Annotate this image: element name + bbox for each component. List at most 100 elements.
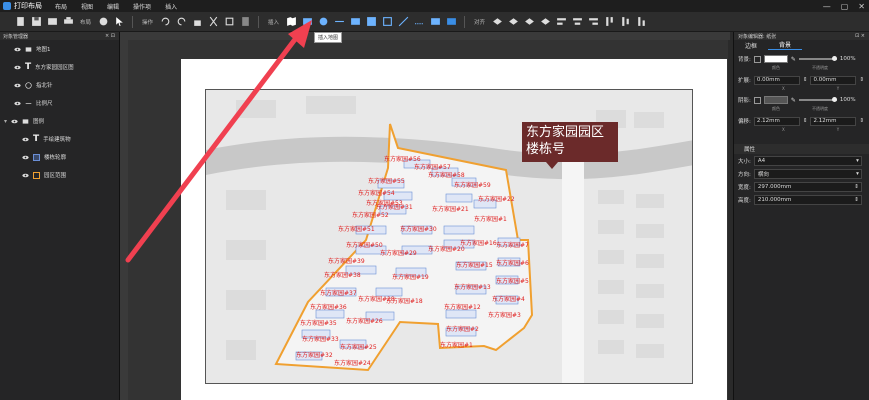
eyedropper-icon[interactable]: ✎ [791, 97, 796, 104]
building-label: 东方家园#51 [338, 226, 375, 233]
app-title-text: 打印布局 [14, 2, 42, 10]
stepper-icon[interactable]: ⇕ [854, 184, 859, 190]
axis-x-note: X [782, 127, 785, 132]
eyedropper-icon[interactable]: ✎ [791, 56, 796, 63]
width-input[interactable]: 297.000mm ⇕ [753, 181, 862, 192]
stepper-icon[interactable]: ⇕ [859, 118, 864, 124]
tab-background[interactable]: 背景 [768, 40, 802, 50]
insert-map-button[interactable] [285, 16, 297, 28]
background-checkbox[interactable] [753, 55, 761, 63]
cut-button[interactable] [207, 16, 219, 28]
layout-canvas[interactable]: 东方家园园区 楼栋号 东方家园#56 东方家园#57 东方家园#58 东方家园#… [128, 40, 730, 400]
maximize-button[interactable]: ▢ [841, 2, 849, 11]
save-button[interactable] [30, 16, 42, 28]
eye-icon[interactable] [14, 47, 21, 52]
offset-y-input[interactable]: 2.12mm [810, 116, 857, 126]
lock-button[interactable] [191, 16, 203, 28]
slider-knob[interactable] [831, 56, 837, 61]
align-right-button[interactable] [587, 16, 599, 28]
panel-close-button[interactable]: ⊡ × [855, 33, 865, 39]
menu-view[interactable]: 视图 [74, 2, 100, 11]
slider-knob[interactable] [831, 97, 837, 102]
tab-border[interactable]: 边框 [734, 40, 768, 50]
offset-x-input[interactable]: 2.12mm [753, 116, 800, 126]
layer-item-legend-group[interactable]: ▾ 图例 [0, 112, 119, 130]
building-label: 东方家园#35 [300, 320, 337, 327]
axis-x-note: X [782, 86, 785, 91]
minimize-button[interactable]: — [823, 2, 831, 11]
eye-icon[interactable] [14, 83, 21, 88]
expand-x-input[interactable]: 0.00mm [753, 75, 800, 85]
undo-button[interactable] [159, 16, 171, 28]
attributes-header: 属性 [734, 144, 869, 154]
print-button[interactable] [62, 16, 74, 28]
eye-icon[interactable] [22, 155, 29, 160]
eye-icon[interactable] [22, 173, 29, 178]
insert-line-button[interactable] [333, 16, 345, 28]
layer-item-building-outline[interactable]: 楼栋轮廓 [0, 148, 119, 166]
paste-button[interactable] [239, 16, 251, 28]
paper-page[interactable]: 东方家园园区 楼栋号 东方家园#56 东方家园#57 东方家园#58 东方家园#… [181, 59, 727, 400]
bring-front-button[interactable] [523, 16, 535, 28]
insert-table-button[interactable] [349, 16, 361, 28]
expand-y-input[interactable]: 0.00mm [810, 75, 857, 85]
insert-textbox-button[interactable] [429, 16, 441, 28]
eye-icon[interactable] [11, 119, 18, 124]
object-editor-title: 对象编辑器: 纸张 [738, 33, 777, 40]
menu-insert[interactable]: 插入 [158, 2, 184, 11]
redo-button[interactable] [175, 16, 187, 28]
layer-item-compass[interactable]: 指北针 [0, 76, 119, 94]
align-top-button[interactable] [603, 16, 615, 28]
shadow-opacity-slider[interactable] [798, 97, 837, 102]
stepper-icon[interactable]: ⇕ [859, 77, 864, 83]
insert-html-button[interactable] [445, 16, 457, 28]
collapse-arrow-icon[interactable]: ▾ [4, 118, 7, 125]
shadow-color-swatch[interactable] [763, 96, 788, 104]
building-label: 东方家园#36 [310, 304, 347, 311]
insert-arrow-button[interactable] [397, 16, 409, 28]
layer-item-scale[interactable]: 比例尺 [0, 94, 119, 112]
menu-operations[interactable]: 操作项 [126, 2, 158, 11]
insert-polyline-button[interactable] [413, 16, 425, 28]
layer-item-title-text[interactable]: T 东方家园园区图 [0, 58, 119, 76]
stepper-icon[interactable]: ⇕ [803, 77, 808, 83]
new-file-button[interactable] [14, 16, 26, 28]
size-select[interactable]: A4 ▾ [753, 155, 862, 166]
align-middle-button[interactable] [619, 16, 631, 28]
map-title-box[interactable]: 东方家园园区 楼栋号 [522, 122, 618, 169]
eye-icon[interactable] [22, 137, 29, 142]
pan-button[interactable] [97, 16, 109, 28]
axis-y-note: Y [836, 127, 840, 132]
background-opacity-slider[interactable] [798, 56, 837, 61]
close-button[interactable]: ✕ [858, 2, 865, 11]
insert-rect-button[interactable] [381, 16, 393, 28]
eye-icon[interactable] [14, 101, 21, 106]
panel-close-button[interactable]: × ⊡ [105, 33, 115, 39]
orientation-select[interactable]: 横向 ▾ [753, 168, 862, 179]
shadow-checkbox[interactable] [753, 96, 761, 104]
insert-legend-button[interactable] [365, 16, 377, 28]
eye-icon[interactable] [14, 65, 21, 70]
raise-button[interactable] [491, 16, 503, 28]
stepper-icon[interactable]: ⇕ [803, 118, 808, 124]
align-center-button[interactable] [571, 16, 583, 28]
menu-edit[interactable]: 编辑 [100, 2, 126, 11]
insert-image-button[interactable] [301, 16, 313, 28]
layer-item-hand-drawn[interactable]: T 手绘建筑物 [0, 130, 119, 148]
insert-ellipse-button[interactable] [317, 16, 329, 28]
send-back-button[interactable] [539, 16, 551, 28]
layer-item-park-boundary[interactable]: 园区范围 [0, 166, 119, 184]
menu-layout[interactable]: 布局 [48, 2, 74, 11]
background-color-swatch[interactable] [763, 55, 788, 63]
copy-button[interactable] [223, 16, 235, 28]
export-button[interactable] [46, 16, 58, 28]
select-button[interactable] [113, 16, 125, 28]
layer-item-map[interactable]: 地图1 [0, 40, 119, 58]
stepper-icon[interactable]: ⇕ [854, 197, 859, 203]
building-label: 东方家园#33 [302, 336, 339, 343]
align-bottom-button[interactable] [635, 16, 647, 28]
height-input[interactable]: 210.000mm ⇕ [753, 194, 862, 205]
lower-button[interactable] [507, 16, 519, 28]
map-frame[interactable]: 东方家园园区 楼栋号 东方家园#56 东方家园#57 东方家园#58 东方家园#… [205, 89, 693, 384]
align-left-button[interactable] [555, 16, 567, 28]
